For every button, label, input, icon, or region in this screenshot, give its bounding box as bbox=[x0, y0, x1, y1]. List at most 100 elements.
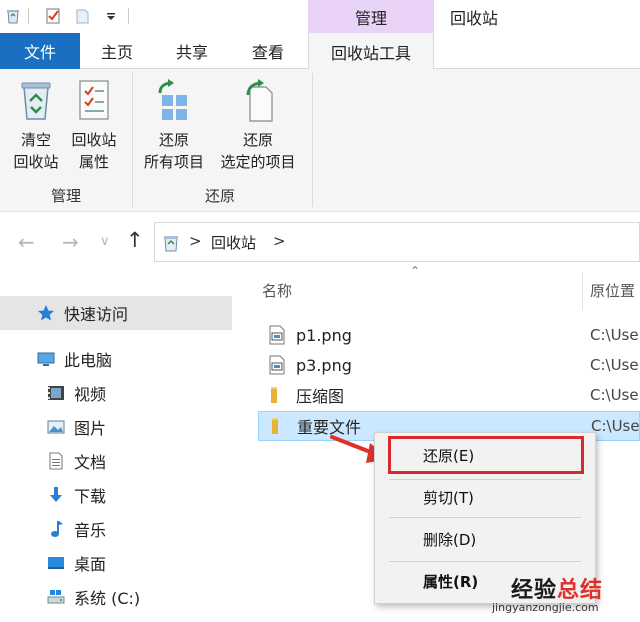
file-original-location: C:\Use bbox=[590, 386, 639, 404]
download-icon bbox=[46, 485, 66, 505]
sidebar-item-label: 桌面 bbox=[74, 555, 107, 574]
sidebar-item-label: 视频 bbox=[74, 385, 107, 404]
up-arrow-icon[interactable]: ↑ bbox=[126, 228, 144, 252]
watermark-title: 经验总结 bbox=[511, 572, 603, 604]
file-name: p3.png bbox=[296, 355, 352, 375]
recycle-bin-properties-button[interactable]: 回收站 属性 bbox=[64, 77, 124, 173]
properties-checkbox-icon[interactable] bbox=[44, 7, 62, 25]
restore-all-items-button[interactable]: 还原 所有项目 bbox=[136, 77, 212, 173]
tab-file[interactable]: 文件 bbox=[0, 33, 80, 69]
ribbon-button-label: 选定的项目 bbox=[220, 153, 296, 171]
sidebar-item-label: 文档 bbox=[74, 453, 107, 472]
column-header-name[interactable]: 名称 bbox=[262, 280, 292, 301]
watermark-title-b: 总结 bbox=[557, 578, 604, 603]
forward-arrow-icon[interactable]: → bbox=[62, 230, 79, 254]
desktop-icon bbox=[46, 553, 66, 573]
ribbon-group-separator bbox=[312, 73, 313, 207]
image-file-icon bbox=[266, 354, 288, 376]
ribbon-button-label: 清空 bbox=[20, 131, 51, 149]
watermark-title-a: 经验 bbox=[511, 578, 558, 603]
sidebar-item-quick-access[interactable]: 快速访问 bbox=[0, 296, 232, 330]
ribbon-panel: 清空 回收站 回收站 属性 管理 还原 所有项目 还原 选定的项目 还原 bbox=[0, 69, 640, 212]
navigation-bar: ← → ∨ ↑ > 回收站 > bbox=[0, 212, 640, 272]
sidebar-item-label: 音乐 bbox=[74, 521, 107, 540]
recycle-bin-icon[interactable] bbox=[4, 7, 22, 25]
computer-icon bbox=[36, 349, 56, 369]
ribbon-button-label: 还原 bbox=[242, 131, 273, 149]
file-row-compressed-images[interactable]: 压缩图 C:\Use bbox=[258, 380, 640, 410]
watermark-url: jingyanzongjie.com bbox=[492, 601, 599, 614]
column-separator[interactable] bbox=[582, 272, 583, 310]
file-name: p1.png bbox=[296, 325, 352, 345]
ribbon-group-manage: 管理 bbox=[50, 187, 81, 205]
ribbon-button-label: 属性 bbox=[78, 153, 109, 171]
properties-icon bbox=[79, 80, 109, 120]
ribbon-group-restore: 还原 bbox=[204, 187, 235, 205]
sidebar-item-this-pc[interactable]: 此电脑 bbox=[0, 342, 232, 376]
ribbon-button-label: 还原 bbox=[158, 131, 189, 149]
ribbon-group-separator bbox=[132, 73, 133, 207]
menu-separator bbox=[389, 561, 581, 562]
ribbon-button-label: 所有项目 bbox=[143, 153, 204, 171]
drive-icon bbox=[46, 587, 66, 607]
ribbon-button-label: 回收站 bbox=[71, 131, 117, 149]
file-original-location: C:\Use bbox=[590, 326, 639, 344]
recycle-bin-icon bbox=[21, 82, 51, 120]
sidebar-item-label: 系统 (C:) bbox=[74, 589, 141, 608]
folder-icon[interactable] bbox=[74, 7, 92, 25]
contextual-tab-header: 管理 bbox=[308, 0, 434, 33]
sidebar-item-documents[interactable]: 文档 bbox=[0, 444, 232, 478]
music-icon bbox=[46, 519, 66, 539]
sidebar-item-label: 下载 bbox=[74, 487, 107, 506]
restore-all-icon bbox=[158, 79, 187, 120]
sidebar-item-label: 快速访问 bbox=[64, 305, 129, 324]
breadcrumb-chevron-icon[interactable]: > bbox=[273, 232, 286, 250]
menu-item-delete[interactable]: 删除(D) bbox=[375, 523, 595, 555]
ribbon-button-label: 回收站 bbox=[13, 153, 59, 171]
sidebar-item-pictures[interactable]: 图片 bbox=[0, 410, 232, 444]
menu-separator bbox=[389, 479, 581, 480]
sidebar-item-label: 此电脑 bbox=[64, 351, 113, 370]
file-name: 压缩图 bbox=[296, 387, 345, 406]
sidebar-item-system-drive[interactable]: 系统 (C:) bbox=[0, 580, 232, 614]
empty-recycle-bin-button[interactable]: 清空 回收站 bbox=[8, 77, 64, 173]
sidebar-item-music[interactable]: 音乐 bbox=[0, 512, 232, 546]
column-header-original-location[interactable]: 原位置 bbox=[590, 280, 635, 301]
image-file-icon bbox=[266, 324, 288, 346]
document-icon bbox=[46, 451, 66, 471]
sidebar-item-label: 图片 bbox=[74, 419, 107, 438]
tab-view[interactable]: 查看 bbox=[236, 33, 300, 69]
recycle-bin-icon bbox=[164, 236, 178, 252]
sidebar-item-desktop[interactable]: 桌面 bbox=[0, 546, 232, 580]
window-title: 回收站 bbox=[450, 8, 499, 28]
back-arrow-icon[interactable]: ← bbox=[18, 230, 35, 254]
restore-selected-icon bbox=[246, 79, 273, 122]
address-bar[interactable]: > 回收站 > bbox=[154, 222, 640, 262]
recent-locations-chevron-icon[interactable]: ∨ bbox=[100, 234, 110, 249]
tab-recycle-bin-tools[interactable]: 回收站工具 bbox=[308, 33, 434, 70]
breadcrumb-recycle-bin[interactable]: 回收站 bbox=[211, 232, 256, 253]
sort-ascending-icon: ⌃ bbox=[410, 264, 421, 278]
file-original-location: C:\Use bbox=[591, 417, 640, 435]
folder-icon bbox=[267, 415, 289, 437]
file-row-p1[interactable]: p1.png C:\Use bbox=[258, 320, 640, 350]
folder-icon bbox=[266, 384, 288, 406]
sidebar-item-downloads[interactable]: 下载 bbox=[0, 478, 232, 512]
tab-share[interactable]: 共享 bbox=[160, 33, 224, 69]
breadcrumb-chevron-icon[interactable]: > bbox=[189, 232, 202, 250]
star-icon bbox=[36, 303, 56, 323]
picture-icon bbox=[46, 417, 66, 437]
title-bar: 管理 回收站 bbox=[0, 0, 640, 33]
sidebar-item-videos[interactable]: 视频 bbox=[0, 376, 232, 410]
tab-home[interactable]: 主页 bbox=[88, 33, 146, 69]
menu-separator bbox=[389, 517, 581, 518]
file-original-location: C:\Use bbox=[590, 356, 639, 374]
navigation-pane: 快速访问 此电脑 视频 图片 文档 下载 音乐 桌面 系统 (C:) bbox=[0, 272, 232, 622]
restore-selected-items-button[interactable]: 还原 选定的项目 bbox=[212, 77, 304, 173]
restore-highlight-box bbox=[388, 436, 584, 474]
video-icon bbox=[46, 383, 66, 403]
ribbon-tabs: 文件 主页 共享 查看 回收站工具 bbox=[0, 33, 640, 70]
file-row-p3[interactable]: p3.png C:\Use bbox=[258, 350, 640, 380]
menu-item-cut[interactable]: 剪切(T) bbox=[375, 481, 595, 513]
dropdown-arrow-icon[interactable] bbox=[102, 7, 120, 25]
